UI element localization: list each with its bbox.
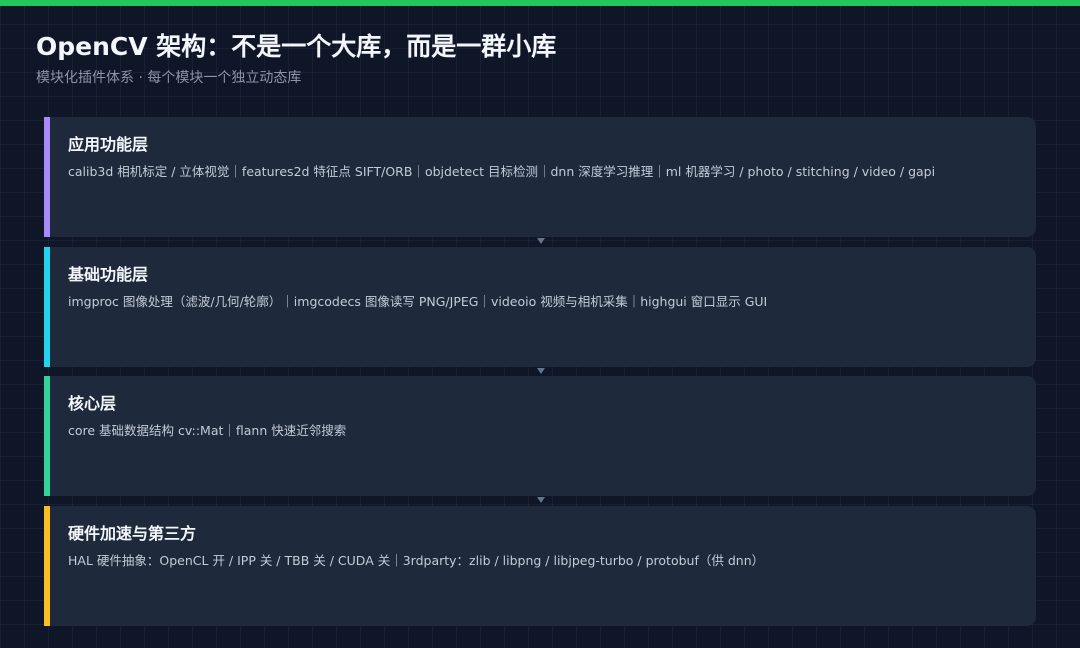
layer-core: 核心层 core 基础数据结构 cv::Mat｜flann 快速近邻搜索	[44, 376, 1036, 496]
layer-description: calib3d 相机标定 / 立体视觉｜features2d 特征点 SIFT/…	[68, 164, 936, 179]
layer-description: imgproc 图像处理（滤波/几何/轮廓）｜imgcodecs 图像读写 PN…	[68, 294, 768, 309]
page-subtitle: 模块化插件体系 · 每个模块一个独立动态库	[36, 70, 302, 86]
down-arrow-icon	[536, 236, 546, 246]
layer-title: 核心层	[68, 394, 117, 413]
layer-title: 硬件加速与第三方	[68, 524, 197, 543]
layer-title: 基础功能层	[68, 265, 149, 284]
down-arrow-icon	[536, 495, 546, 505]
layer-application: 应用功能层 calib3d 相机标定 / 立体视觉｜features2d 特征点…	[44, 117, 1036, 237]
architecture-layers: 应用功能层 calib3d 相机标定 / 立体视觉｜features2d 特征点…	[44, 117, 1036, 626]
layer-description: HAL 硬件抽象：OpenCL 开 / IPP 关 / TBB 关 / CUDA…	[68, 553, 765, 568]
down-arrow-icon	[536, 366, 546, 376]
page-title: OpenCV 架构：不是一个大库，而是一群小库	[36, 32, 557, 61]
layer-hardware: 硬件加速与第三方 HAL 硬件抽象：OpenCL 开 / IPP 关 / TBB…	[44, 506, 1036, 626]
layer-title: 应用功能层	[68, 135, 149, 154]
layer-basic: 基础功能层 imgproc 图像处理（滤波/几何/轮廓）｜imgcodecs 图…	[44, 247, 1036, 367]
header: OpenCV 架构：不是一个大库，而是一群小库 模块化插件体系 · 每个模块一个…	[36, 30, 1036, 88]
layer-description: core 基础数据结构 cv::Mat｜flann 快速近邻搜索	[68, 423, 347, 438]
top-accent-bar	[0, 0, 1080, 6]
